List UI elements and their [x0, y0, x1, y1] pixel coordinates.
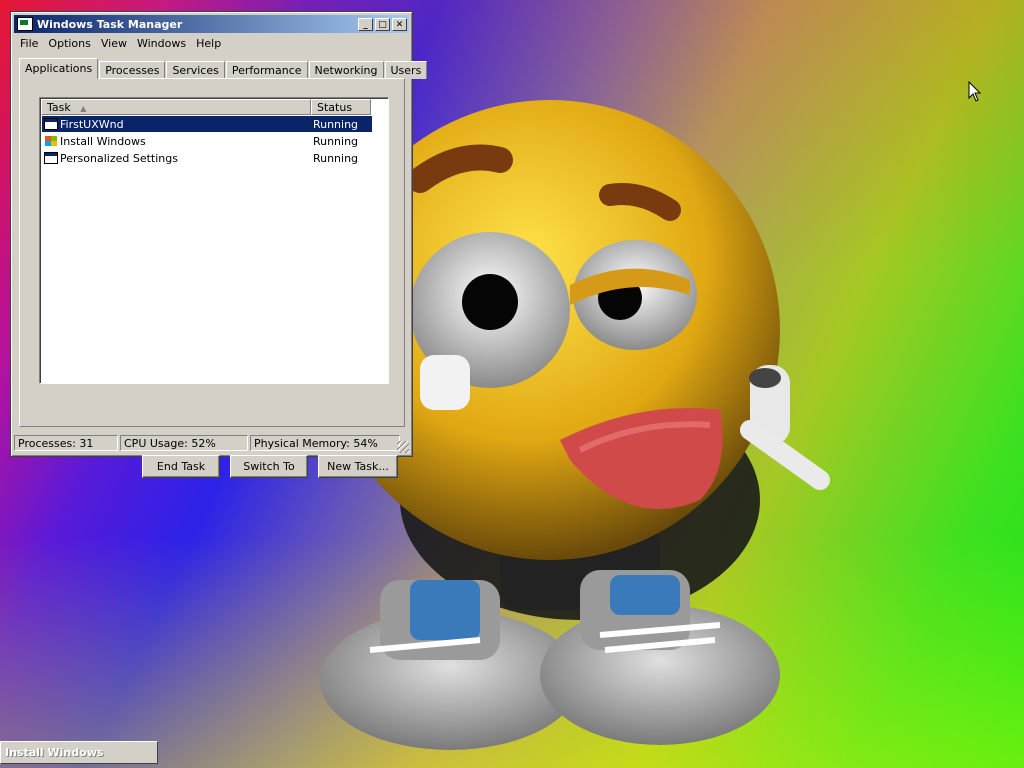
- menu-file[interactable]: File: [15, 35, 43, 53]
- title-bar[interactable]: Windows Task Manager _ □ ✕: [14, 15, 409, 33]
- task-name: Install Windows: [60, 134, 146, 148]
- tab-services[interactable]: Services: [166, 61, 225, 79]
- maximize-button[interactable]: □: [375, 17, 390, 31]
- tab-networking[interactable]: Networking: [308, 61, 384, 79]
- task-status: Running: [307, 117, 372, 131]
- table-row[interactable]: Install Windows Running: [42, 133, 372, 149]
- menu-bar: File Options View Windows Help: [15, 35, 226, 53]
- task-name: Personalized Settings: [60, 151, 178, 165]
- resize-grip-icon[interactable]: [397, 441, 409, 453]
- end-task-button[interactable]: End Task: [142, 455, 220, 478]
- task-status: Running: [312, 134, 359, 148]
- task-manager-icon: [17, 17, 33, 31]
- minimize-button[interactable]: _: [358, 17, 373, 31]
- window-icon: [44, 152, 58, 164]
- status-bar: Processes: 31 CPU Usage: 52% Physical Me…: [14, 435, 409, 453]
- mouse-pointer-icon: [968, 81, 982, 102]
- tab-strip: Applications Processes Services Performa…: [19, 57, 428, 79]
- sort-ascending-icon: ▲: [80, 104, 87, 113]
- task-name: FirstUXWnd: [60, 117, 308, 131]
- tab-applications[interactable]: Applications: [19, 58, 99, 79]
- column-header-task[interactable]: Task ▲: [41, 99, 311, 115]
- tab-users[interactable]: Users: [384, 61, 428, 79]
- task-list-header: Task ▲ Status: [41, 99, 387, 115]
- new-task-button[interactable]: New Task...: [318, 455, 398, 478]
- table-row[interactable]: FirstUXWnd Running: [42, 116, 372, 132]
- tab-processes[interactable]: Processes: [99, 61, 166, 79]
- window-title: Windows Task Manager: [37, 17, 183, 31]
- column-task-label: Task: [47, 101, 71, 114]
- applications-panel: Task ▲ Status FirstUXWnd Running Install…: [19, 78, 405, 478]
- column-header-status[interactable]: Status: [311, 99, 371, 115]
- windows-logo-icon: [44, 135, 58, 147]
- menu-options[interactable]: Options: [43, 35, 95, 53]
- table-row[interactable]: Personalized Settings Running: [42, 150, 372, 166]
- switch-to-button[interactable]: Switch To: [230, 455, 308, 478]
- column-status-label: Status: [317, 101, 353, 114]
- menu-windows[interactable]: Windows: [132, 35, 191, 53]
- close-button[interactable]: ✕: [392, 17, 407, 31]
- processes-count: Processes: 31: [14, 435, 118, 451]
- physical-memory: Physical Memory: 54%: [250, 435, 400, 451]
- task-manager-window: Windows Task Manager _ □ ✕ File Options …: [10, 11, 428, 478]
- task-list[interactable]: Task ▲ Status FirstUXWnd Running Install…: [39, 97, 389, 384]
- window-icon: [44, 118, 58, 130]
- tab-performance[interactable]: Performance: [225, 61, 308, 79]
- taskbar-install-windows-button[interactable]: Install Windows: [0, 741, 158, 764]
- menu-help[interactable]: Help: [191, 35, 226, 53]
- menu-view[interactable]: View: [96, 35, 132, 53]
- cpu-usage: CPU Usage: 52%: [120, 435, 248, 451]
- task-status: Running: [312, 151, 359, 165]
